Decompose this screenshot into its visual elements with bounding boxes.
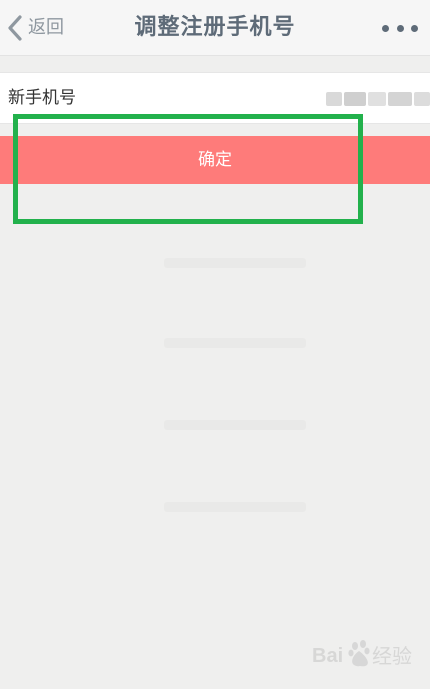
background-ghost	[164, 420, 306, 430]
nav-bar: 返回 调整注册手机号	[0, 0, 430, 56]
svg-text:经验: 经验	[372, 644, 412, 668]
more-horizontal-icon	[382, 24, 418, 32]
new-phone-label: 新手机号	[8, 88, 76, 108]
background-ghost	[164, 258, 306, 268]
watermark: Bai 经验	[312, 636, 422, 672]
svg-text:Bai: Bai	[312, 645, 343, 667]
baidu-paw-logo: Bai 经验	[312, 640, 412, 668]
background-ghost	[164, 502, 306, 512]
page-title: 调整注册手机号	[134, 15, 296, 40]
confirm-button[interactable]: 确定	[0, 136, 430, 184]
new-phone-input[interactable]	[326, 88, 430, 110]
background-ghost	[164, 338, 306, 348]
more-options-button[interactable]	[382, 18, 418, 38]
new-phone-row: 新手机号	[0, 72, 430, 124]
